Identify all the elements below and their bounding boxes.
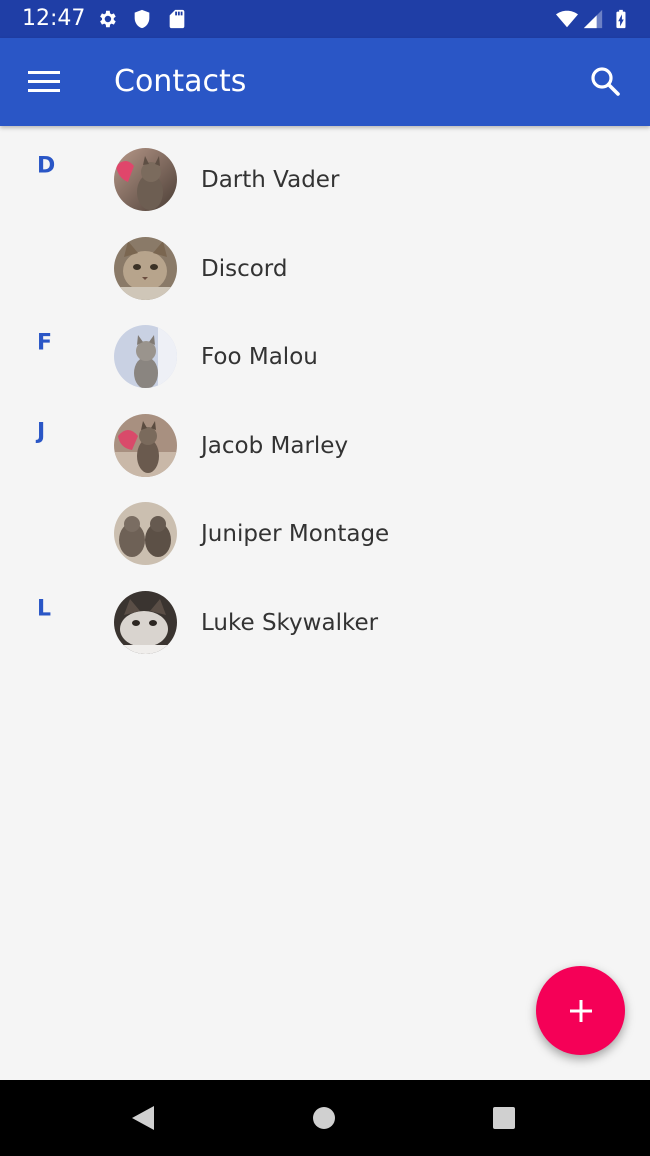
contact-name: Luke Skywalker: [201, 609, 379, 636]
battery-icon: [616, 9, 626, 29]
contact-list: D Darth Vader Discord F Foo Malou J Jaco…: [0, 126, 650, 657]
contact-name: Jacob Marley: [201, 432, 349, 459]
wifi-icon: [556, 10, 578, 28]
contact-row-discord[interactable]: Discord: [0, 215, 650, 304]
home-icon[interactable]: [306, 1100, 342, 1136]
signal-icon: [583, 9, 603, 29]
page-title: Contacts: [114, 64, 247, 99]
recents-icon[interactable]: [486, 1100, 522, 1136]
app-bar: Contacts: [0, 38, 650, 126]
settings-icon: [100, 10, 116, 28]
section-letter: D: [37, 153, 56, 179]
contact-name: Darth Vader: [201, 167, 340, 193]
contact-name: Juniper Montage: [201, 521, 390, 547]
sd-card-icon: [169, 9, 185, 29]
status-bar: 12:47: [0, 0, 650, 38]
contact-row-jacob-marley[interactable]: J Jacob Marley: [0, 392, 650, 481]
avatar: [114, 148, 177, 211]
contact-row-juniper-montage[interactable]: Juniper Montage: [0, 480, 650, 569]
search-icon: [591, 67, 620, 96]
shield-icon: [134, 9, 150, 29]
contact-row-luke-skywalker[interactable]: L Luke Skywalker: [0, 569, 650, 658]
section-letter: L: [37, 596, 52, 621]
contact-name: Foo Malou: [201, 344, 318, 370]
add-contact-button[interactable]: [536, 966, 625, 1055]
search-button[interactable]: [584, 60, 628, 104]
add-icon: [569, 999, 592, 1022]
avatar: [114, 236, 177, 300]
contact-name: Discord: [201, 255, 288, 282]
avatar: [114, 413, 177, 477]
section-letter: F: [37, 330, 53, 356]
back-icon[interactable]: [126, 1100, 162, 1136]
contact-row-foo-malou[interactable]: F Foo Malou: [0, 303, 650, 392]
avatar: [114, 590, 177, 654]
section-letter: J: [37, 419, 46, 444]
menu-icon: [28, 71, 60, 92]
menu-button[interactable]: [22, 60, 66, 104]
avatar: [114, 502, 177, 565]
navigation-bar: [0, 1080, 650, 1156]
contact-row-darth-vader[interactable]: D Darth Vader: [0, 126, 650, 215]
status-time: 12:47: [22, 6, 86, 31]
avatar: [114, 325, 177, 388]
